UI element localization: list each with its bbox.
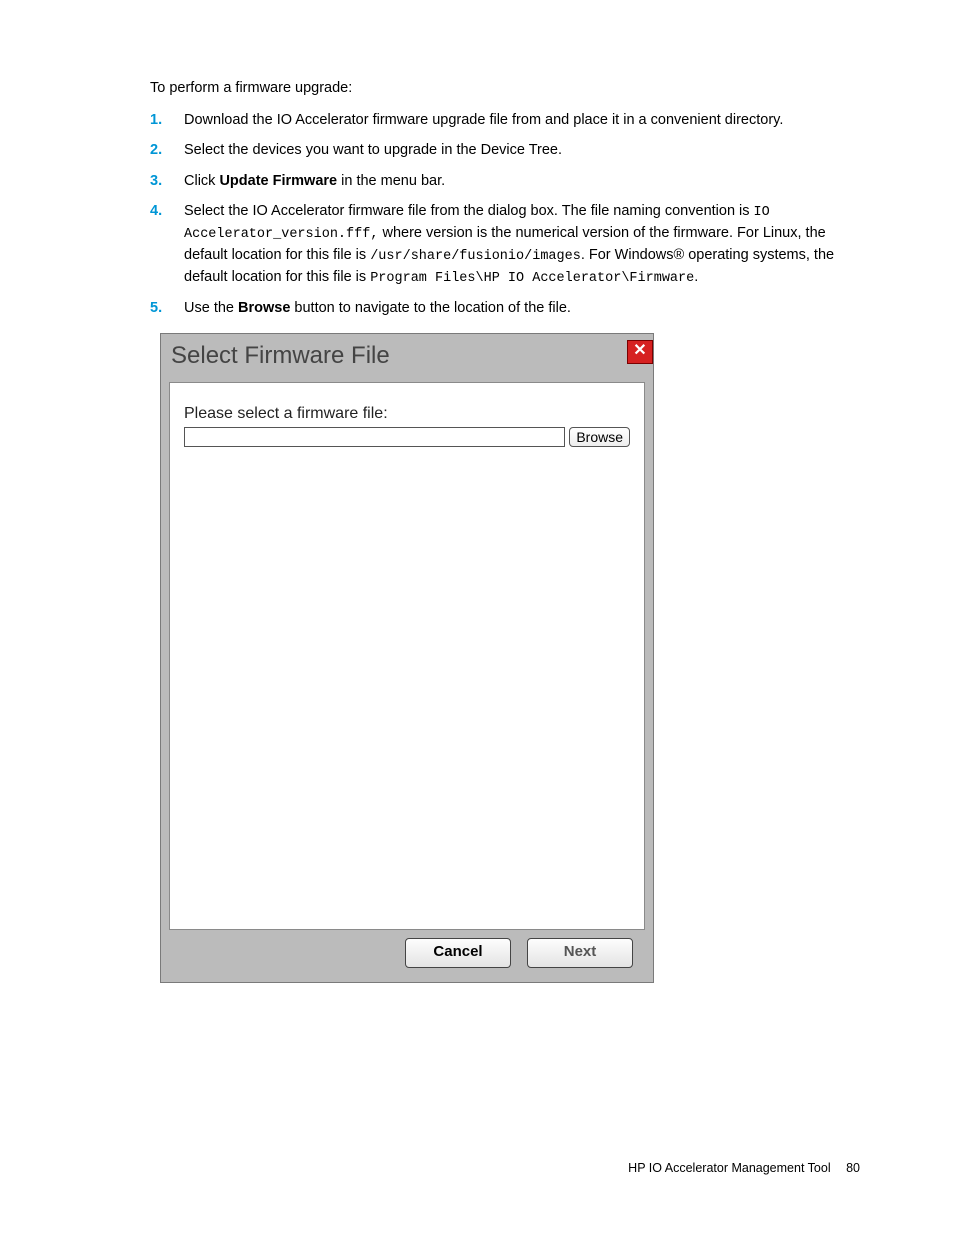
page-footer: HP IO Accelerator Management Tool 80 xyxy=(628,1161,860,1175)
step-number: 3. xyxy=(150,171,184,191)
text-fragment: Select the IO Accelerator firmware file … xyxy=(184,203,754,219)
text-fragment: button to navigate to the location of th… xyxy=(290,300,571,316)
select-firmware-dialog: Select Firmware File ✕ Please select a f… xyxy=(160,333,654,983)
step-number: 4. xyxy=(150,201,184,221)
bold-term: Browse xyxy=(238,300,290,316)
dialog-body: Please select a firmware file: Browse xyxy=(169,382,645,930)
close-icon[interactable]: ✕ xyxy=(627,340,653,364)
text-fragment: Click xyxy=(184,173,219,189)
text-fragment: Use the xyxy=(184,300,238,316)
firmware-file-input[interactable] xyxy=(184,427,565,447)
step-number: 1. xyxy=(150,110,184,130)
intro-text: To perform a firmware upgrade: xyxy=(150,80,860,96)
cancel-button[interactable]: Cancel xyxy=(405,938,511,968)
page-number: 80 xyxy=(846,1161,860,1175)
text-fragment: . xyxy=(694,269,698,285)
step-text: Download the IO Accelerator firmware upg… xyxy=(184,110,860,130)
browse-button[interactable]: Browse xyxy=(569,427,630,447)
step-text: Select the IO Accelerator firmware file … xyxy=(184,201,860,289)
next-button[interactable]: Next xyxy=(527,938,633,968)
step-list: 1. Download the IO Accelerator firmware … xyxy=(150,110,860,319)
step-text: Click Update Firmware in the menu bar. xyxy=(184,171,860,191)
bold-term: Update Firmware xyxy=(219,173,337,189)
step-text: Select the devices you want to upgrade i… xyxy=(184,140,860,160)
dialog-title: Select Firmware File xyxy=(171,342,390,370)
step-text: Use the Browse button to navigate to the… xyxy=(184,298,860,318)
dialog-prompt: Please select a firmware file: xyxy=(184,405,630,423)
code-fragment: /usr/share/fusionio/images xyxy=(370,249,581,264)
step-number: 5. xyxy=(150,298,184,318)
text-fragment: in the menu bar. xyxy=(337,173,445,189)
footer-label: HP IO Accelerator Management Tool xyxy=(628,1161,830,1175)
step-number: 2. xyxy=(150,140,184,160)
code-fragment: Program Files\HP IO Accelerator\Firmware xyxy=(370,271,694,286)
